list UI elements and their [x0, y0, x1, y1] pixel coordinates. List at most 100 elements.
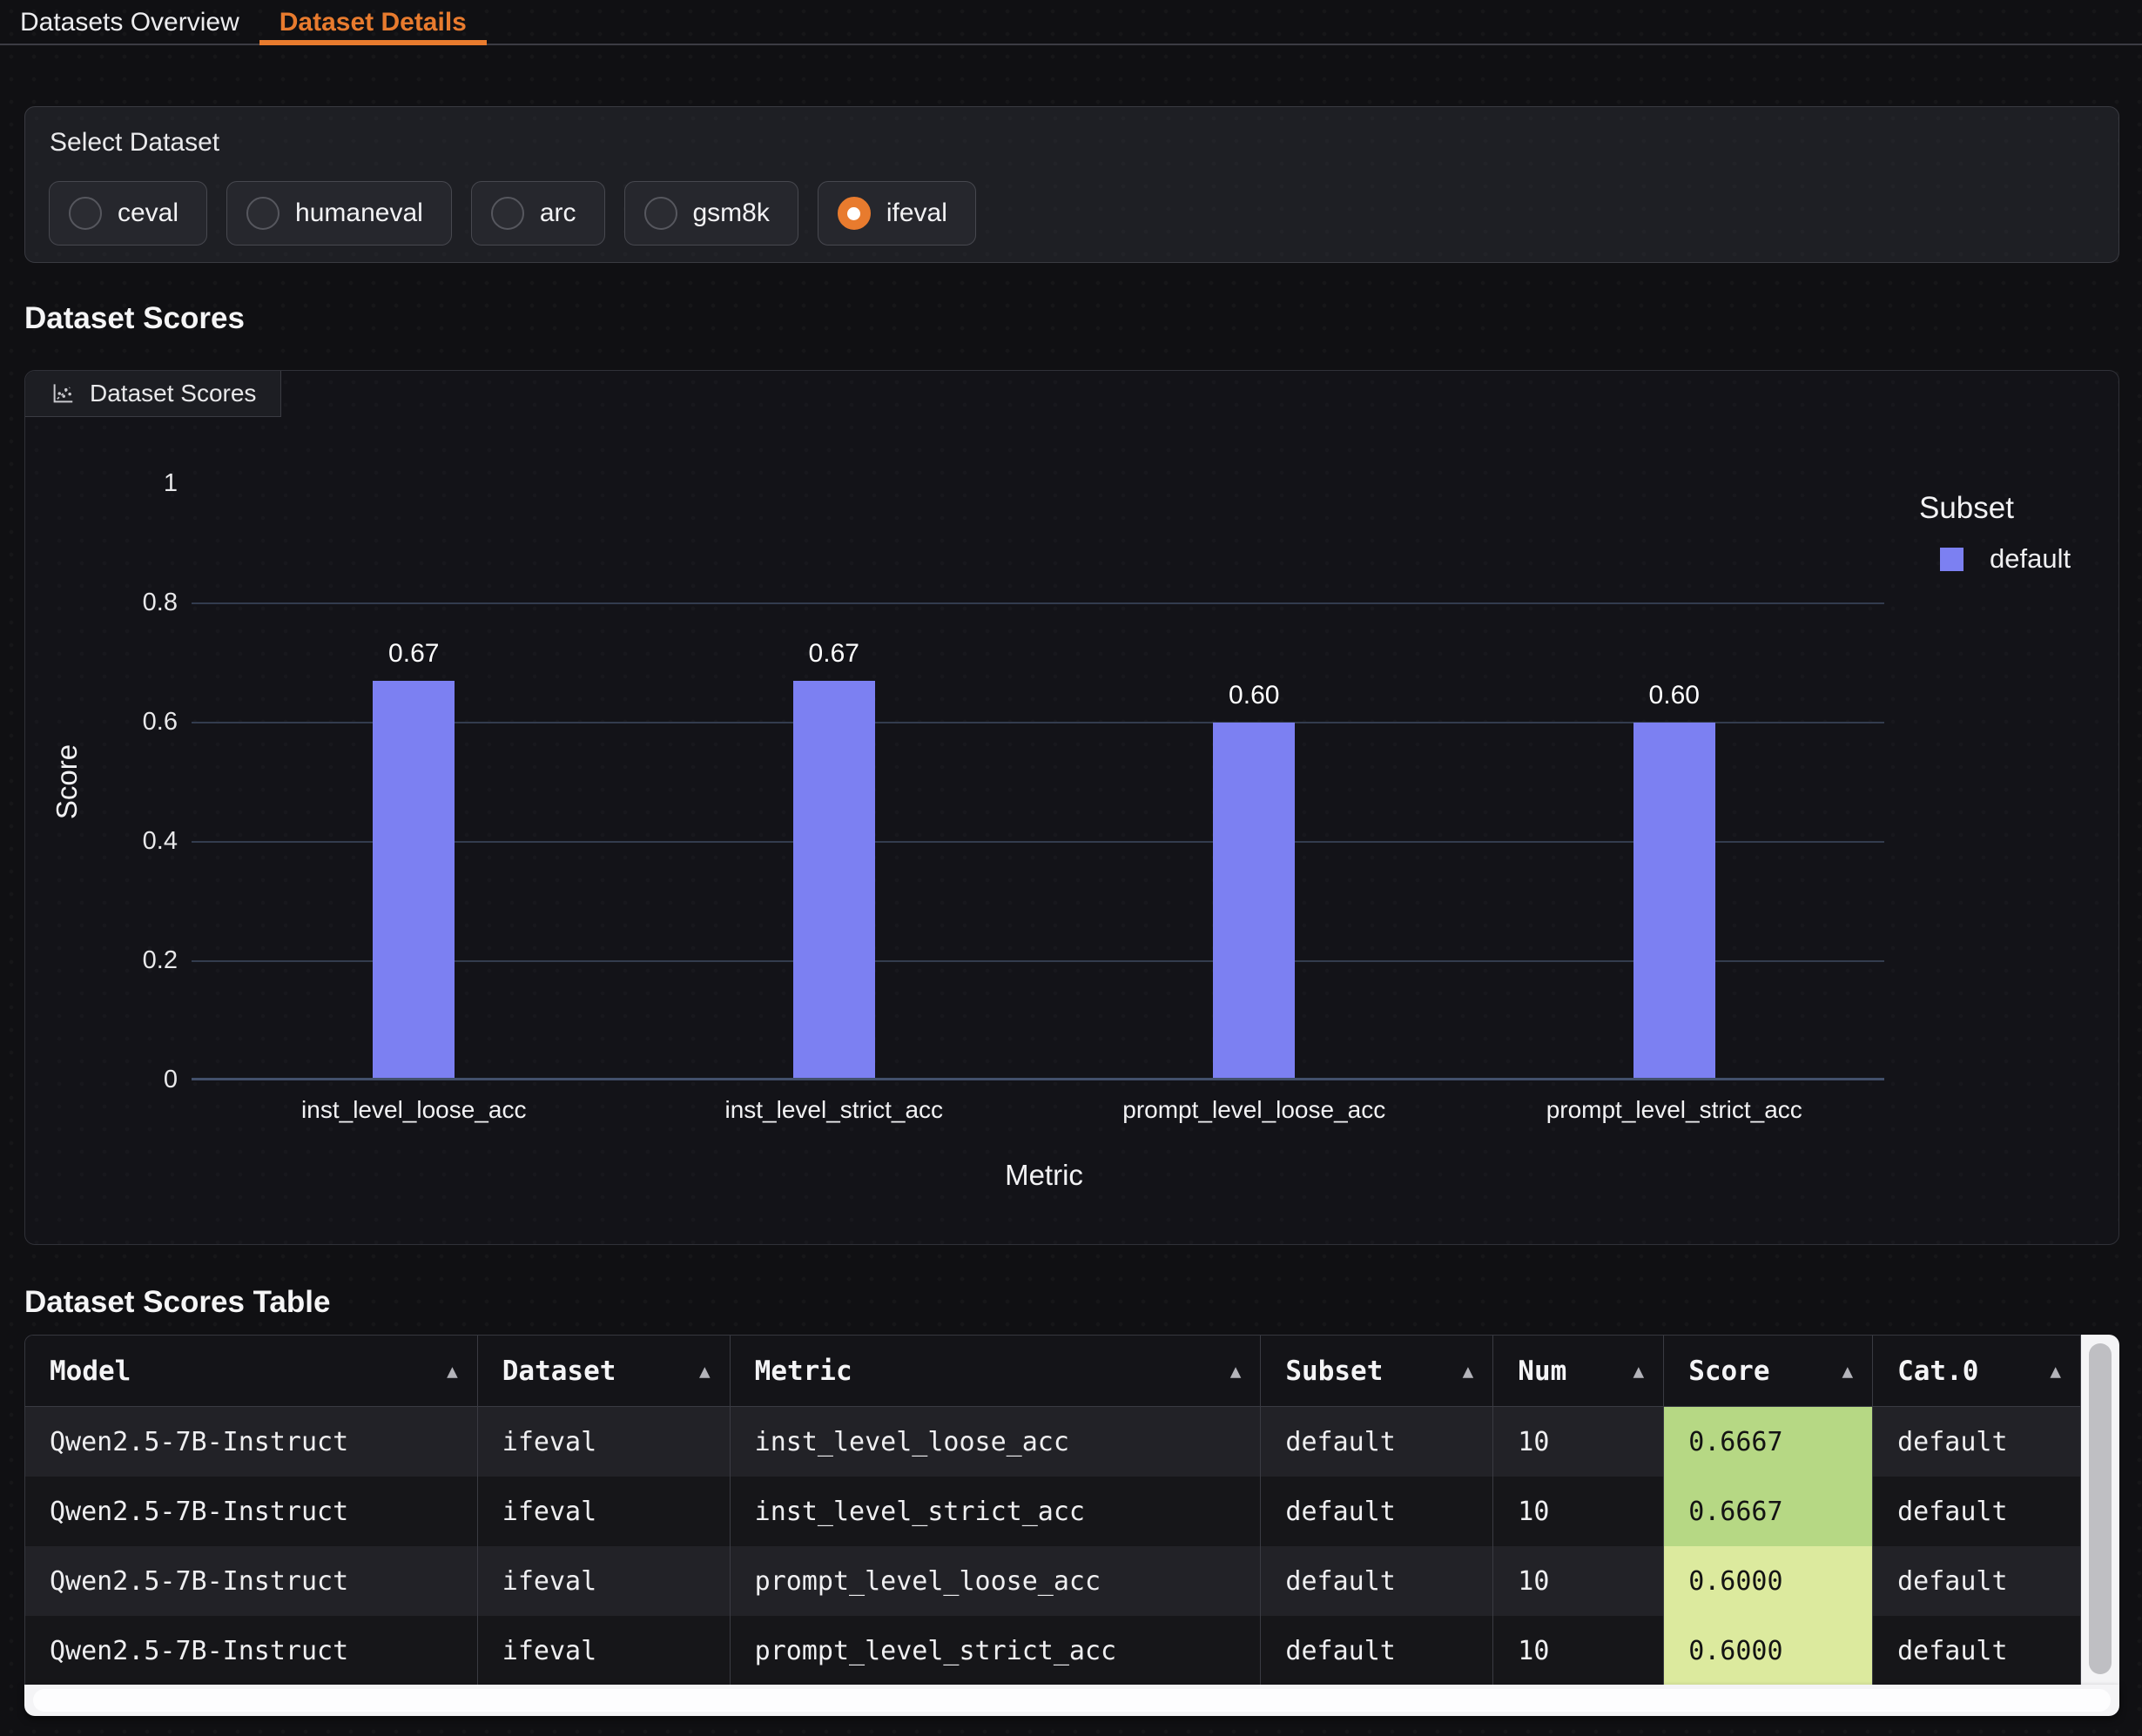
cell-score: 0.6667	[1664, 1477, 1873, 1546]
column-header-label: Cat.0	[1897, 1356, 1978, 1387]
dataset-scores-heading: Dataset Scores	[24, 301, 245, 336]
x-tick-label: inst_level_strict_acc	[724, 1096, 943, 1124]
cell-model: Qwen2.5-7B-Instruct	[25, 1477, 478, 1546]
bar-value-label: 0.67	[809, 639, 859, 669]
column-header-label: Num	[1518, 1356, 1566, 1387]
cell-num: 10	[1493, 1616, 1664, 1685]
x-tick-label: prompt_level_strict_acc	[1546, 1096, 1802, 1124]
column-header-subset[interactable]: Subset▲	[1261, 1336, 1493, 1406]
cell-score: 0.6000	[1664, 1616, 1873, 1685]
cell-num: 10	[1493, 1477, 1664, 1546]
x-axis-title: Metric	[204, 1159, 1884, 1192]
x-tick-label: inst_level_loose_acc	[301, 1096, 526, 1124]
sort-arrow-icon: ▲	[2050, 1361, 2061, 1382]
cell-num: 10	[1493, 1407, 1664, 1477]
chart-tab-dataset-scores[interactable]: Dataset Scores	[25, 371, 281, 417]
column-header-cat0[interactable]: Cat.0 ▲	[1873, 1336, 2081, 1406]
radio-label: humaneval	[295, 198, 423, 228]
column-header-label: Model	[50, 1356, 131, 1387]
column-header-label: Score	[1688, 1356, 1769, 1387]
bar-value-label: 0.67	[388, 639, 439, 669]
cell-metric: prompt_level_strict_acc	[731, 1616, 1262, 1685]
column-header-num[interactable]: Num ▲	[1493, 1336, 1664, 1406]
bar-prompt_level_loose_acc	[1213, 723, 1295, 1078]
dataset-scores-table-heading: Dataset Scores Table	[24, 1285, 330, 1320]
radio-option-humaneval[interactable]: humaneval	[226, 181, 452, 246]
cell-score: 0.6667	[1664, 1407, 1873, 1477]
legend-title: Subset	[1919, 491, 2071, 526]
bar-value-label: 0.60	[1649, 681, 1700, 710]
x-tick-label: prompt_level_loose_acc	[1122, 1096, 1385, 1124]
y-tick-label: 0.6	[117, 708, 178, 737]
y-axis-title: Score	[51, 744, 84, 819]
cell-metric: inst_level_strict_acc	[731, 1477, 1262, 1546]
cell-dataset: ifeval	[478, 1407, 731, 1477]
cell-model: Qwen2.5-7B-Instruct	[25, 1407, 478, 1477]
column-header-score[interactable]: Score ▲	[1664, 1336, 1873, 1406]
legend-items: default	[1919, 543, 2071, 575]
sort-arrow-icon: ▲	[1230, 1361, 1242, 1382]
tab-bar: Datasets Overview Dataset Details	[0, 0, 2142, 45]
dataset-scores-table: Model▲Dataset▲Metric▲Subset▲Num▲Score▲Ca…	[24, 1335, 2119, 1716]
radio-icon	[69, 197, 102, 230]
radio-label: ceval	[118, 198, 178, 228]
horizontal-scrollbar-thumb[interactable]	[33, 1689, 2111, 1712]
cell-subset: default	[1261, 1616, 1493, 1685]
sort-arrow-icon: ▲	[1633, 1361, 1645, 1382]
legend-swatch	[1940, 548, 1964, 571]
cell-cat0: default	[1873, 1616, 2081, 1685]
radio-icon	[246, 197, 280, 230]
vertical-scrollbar-thumb[interactable]	[2089, 1343, 2112, 1674]
radio-option-gsm8k[interactable]: gsm8k	[624, 181, 798, 246]
radio-option-ifeval[interactable]: ifeval	[818, 181, 976, 246]
legend-label: default	[1990, 543, 2071, 575]
cell-num: 10	[1493, 1546, 1664, 1616]
bar-prompt_level_strict_acc	[1633, 723, 1715, 1078]
table-header-row: Model▲Dataset▲Metric▲Subset▲Num▲Score▲Ca…	[25, 1336, 2081, 1407]
column-header-model[interactable]: Model ▲	[25, 1336, 478, 1406]
cell-dataset: ifeval	[478, 1546, 731, 1616]
y-tick-label: 0	[117, 1066, 178, 1094]
sort-arrow-icon: ▲	[699, 1361, 711, 1382]
tab-dataset-details[interactable]: Dataset Details	[259, 0, 487, 44]
dataset-radio-group: ceval humaneval arc gsm8k ifeval	[49, 181, 976, 246]
cell-cat0: default	[1873, 1477, 2081, 1546]
y-tick-label: 1	[117, 469, 178, 498]
sort-arrow-icon: ▲	[447, 1361, 458, 1382]
cell-subset: default	[1261, 1477, 1493, 1546]
tab-datasets-overview[interactable]: Datasets Overview	[0, 0, 259, 44]
cell-subset: default	[1261, 1407, 1493, 1477]
chart-tab-label: Dataset Scores	[90, 380, 256, 407]
cell-dataset: ifeval	[478, 1477, 731, 1546]
vertical-scrollbar[interactable]	[2081, 1335, 2119, 1685]
legend-item-default[interactable]: default	[1919, 543, 2071, 575]
bar-inst_level_loose_acc	[373, 681, 455, 1078]
cell-cat0: default	[1873, 1546, 2081, 1616]
cell-subset: default	[1261, 1546, 1493, 1616]
chart-legend: Subset default	[1919, 491, 2071, 575]
table-body: Qwen2.5-7B-Instructifevalinst_level_loos…	[25, 1407, 2081, 1685]
sort-arrow-icon: ▲	[1842, 1361, 1853, 1382]
table-row: Qwen2.5-7B-Instructifevalprompt_level_lo…	[25, 1546, 2081, 1616]
column-header-label: Dataset	[502, 1356, 616, 1387]
table-row: Qwen2.5-7B-Instructifevalprompt_level_st…	[25, 1616, 2081, 1685]
column-header-label: Metric	[755, 1356, 852, 1387]
bar-inst_level_strict_acc	[793, 681, 875, 1078]
table-row: Qwen2.5-7B-Instructifevalinst_level_loos…	[25, 1407, 2081, 1477]
bar-chart: 00.20.40.60.810.67inst_level_loose_acc0.…	[204, 484, 1884, 1080]
column-header-dataset[interactable]: Dataset ▲	[478, 1336, 731, 1406]
radio-option-arc[interactable]: arc	[471, 181, 605, 246]
select-dataset-panel: Select Dataset cevalhumanevalarcgsm8kife…	[24, 106, 2119, 263]
cell-model: Qwen2.5-7B-Instruct	[25, 1546, 478, 1616]
horizontal-scrollbar[interactable]	[24, 1685, 2119, 1716]
radio-icon	[491, 197, 524, 230]
radio-option-ceval[interactable]: ceval	[49, 181, 207, 246]
x-axis-line	[192, 1078, 1884, 1080]
chart-panel: Dataset Scores 00.20.40.60.810.67inst_le…	[24, 370, 2119, 1245]
cell-score: 0.6000	[1664, 1546, 1873, 1616]
cell-cat0: default	[1873, 1407, 2081, 1477]
column-header-metric[interactable]: Metric ▲	[731, 1336, 1262, 1406]
cell-metric: inst_level_loose_acc	[731, 1407, 1262, 1477]
table-row: Qwen2.5-7B-Instructifevalinst_level_stri…	[25, 1477, 2081, 1546]
y-tick-label: 0.8	[117, 589, 178, 617]
